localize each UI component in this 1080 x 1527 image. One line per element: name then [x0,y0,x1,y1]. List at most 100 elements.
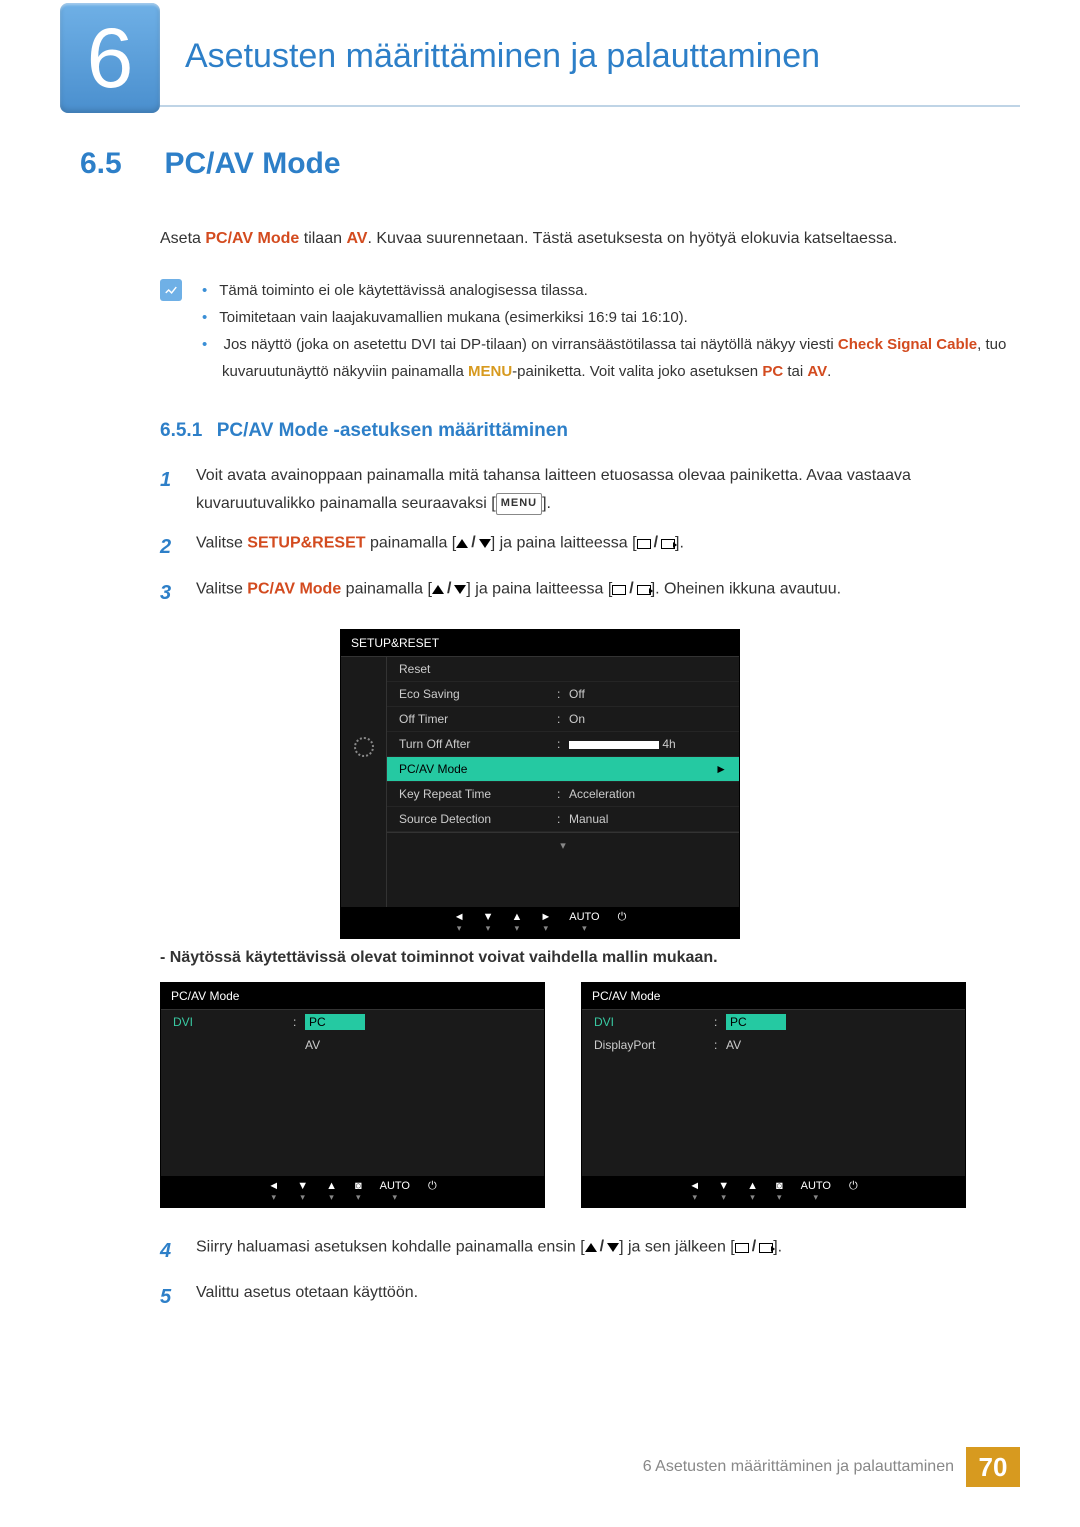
nav-up-icon[interactable]: ▲▾ [326,1181,337,1202]
enter-icon: / [637,529,675,558]
auto-button[interactable]: AUTO▾ [569,912,599,933]
osd-row-dvi[interactable]: DVI : PC [161,1010,544,1034]
keyword: SETUP&RESET [247,535,365,552]
enter-icon: / [735,1233,773,1262]
gear-icon [354,737,374,757]
power-icon[interactable]: ⏻ [849,1181,858,1202]
osd-row-av-option[interactable]: AV [161,1034,544,1056]
nav-up-icon[interactable]: ▲▾ [747,1181,758,1202]
text: Valitse [196,535,247,552]
nav-enter-icon[interactable]: ◙▾ [355,1181,362,1202]
text: . Kuvaa suurennetaan. Tästä asetuksesta … [367,230,897,247]
osd-row-turnoff[interactable]: Turn Off After: 4h [387,732,739,757]
nav-left-icon[interactable]: ◄▾ [689,1181,700,1202]
text: ] ja paina laitteessa [ [466,581,612,598]
osd-row-eco[interactable]: Eco Saving:Off [387,682,739,707]
step-text: Voit avata avainoppaan painamalla mitä t… [196,462,1020,520]
nav-left-icon[interactable]: ◄▾ [454,912,465,933]
step-2: 2 Valitse SETUP&RESET painamalla [/] ja … [160,529,1020,565]
keyword-pcav: PC/AV Mode [205,230,299,247]
text: ]. Oheinen ikkuna avautuu. [651,581,841,598]
auto-button[interactable]: AUTO▾ [380,1181,410,1202]
slider-bar[interactable] [569,741,659,749]
step-number: 1 [160,462,178,520]
osd-value: Off [569,687,727,701]
power-icon[interactable]: ⏻ [618,912,627,933]
osd-row-source[interactable]: Source Detection:Manual [387,807,739,832]
keyword-menu: MENU [468,363,512,380]
section-title: PC/AV Mode [164,147,340,180]
keyword: Check Signal Cable [838,336,977,353]
keyword: AV [807,363,827,380]
step-text: Valitse PC/AV Mode painamalla [/] ja pai… [196,575,841,611]
post-menu-note: - Näytössä käytettävissä olevat toiminno… [160,949,1020,967]
osd-label: PC/AV Mode [399,762,715,776]
nav-down-icon[interactable]: ▼▾ [297,1181,308,1202]
text: Voit avata avainoppaan painamalla mitä t… [196,467,911,513]
step-number: 5 [160,1279,178,1315]
osd-option[interactable]: AV [305,1038,365,1052]
osd-value: 4h [569,737,727,751]
osd-value: On [569,712,727,726]
text: Valitse [196,581,247,598]
osd-option[interactable]: AV [726,1038,786,1052]
osd-label: Key Repeat Time [399,787,557,801]
nav-enter-icon[interactable]: ◙▾ [776,1181,783,1202]
power-icon[interactable]: ⏻ [428,1181,437,1202]
osd-title: PC/AV Mode [582,983,965,1010]
nav-left-icon[interactable]: ◄▾ [268,1181,279,1202]
chapter-number-badge: 6 [60,3,160,113]
enter-icon: / [612,575,650,604]
keyword-av: AV [346,230,367,247]
intro-paragraph: Aseta PC/AV Mode tilaan AV. Kuvaa suuren… [160,226,1020,252]
text: tai [783,363,807,380]
note-item: Tämä toiminto ei ole käytettävissä analo… [222,277,1020,304]
step-number: 4 [160,1233,178,1269]
osd-row-dp[interactable]: DisplayPort : AV [582,1034,965,1056]
osd-row-keyrepeat[interactable]: Key Repeat Time:Acceleration [387,782,739,807]
text: tilaan [299,230,346,247]
step-text: Siirry haluamasi asetuksen kohdalle pain… [196,1233,782,1269]
auto-button[interactable]: AUTO▾ [801,1181,831,1202]
step-3: 3 Valitse PC/AV Mode painamalla [/] ja p… [160,575,1020,611]
osd-label: DVI [173,1015,293,1029]
note-list: Tämä toiminto ei ole käytettävissä analo… [202,277,1020,385]
section-number: 6.5 [80,147,160,181]
text: ] ja paina laitteessa [ [491,535,637,552]
osd-option-selected[interactable]: PC [726,1014,786,1030]
page-number: 70 [966,1447,1020,1487]
chapter-title: Asetusten määrittäminen ja palauttaminen [185,37,820,94]
osd-label: Turn Off After [399,737,557,751]
note-item: Jos näyttö (joka on asetettu DVI tai DP-… [222,331,1020,385]
osd-option-selected[interactable]: PC [305,1014,365,1030]
osd-footer: ◄▾ ▼▾ ▲▾ ►▾ AUTO▾ ⏻ [341,907,739,938]
osd-row-pcav-selected[interactable]: PC/AV Mode► [387,757,739,782]
note-icon [160,279,182,301]
text: Siirry haluamasi asetuksen kohdalle pain… [196,1239,585,1256]
subsection-number: 6.5.1 [160,420,202,441]
osd-row-timer[interactable]: Off Timer:On [387,707,739,732]
text: -painiketta. Voit valita joko asetuksen [512,363,762,380]
text: ]. [542,495,551,512]
nav-up-icon[interactable]: ▲▾ [511,912,522,933]
osd-footer: ◄▾ ▼▾ ▲▾ ◙▾ AUTO▾ ⏻ [161,1176,544,1207]
keyword: PC/AV Mode [247,581,341,598]
osd-menu-pcav-dvi-dp: PC/AV Mode DVI : PC DisplayPort : AV ◄▾ … [581,982,966,1208]
up-down-icon: / [456,529,490,558]
osd-row-reset[interactable]: Reset [387,657,739,682]
osd-label: Reset [399,662,727,676]
up-down-icon: / [432,575,466,604]
nav-down-icon[interactable]: ▼▾ [718,1181,729,1202]
up-down-icon: / [585,1233,619,1262]
text: ] ja sen jälkeen [ [619,1239,735,1256]
osd-footer: ◄▾ ▼▾ ▲▾ ◙▾ AUTO▾ ⏻ [582,1176,965,1207]
nav-down-icon[interactable]: ▼▾ [483,912,494,933]
osd-scroll-indicator [387,832,739,858]
osd-value: Acceleration [569,787,727,801]
nav-right-icon[interactable]: ►▾ [540,912,551,933]
osd-row-dvi[interactable]: DVI : PC [582,1010,965,1034]
osd-title: SETUP&RESET [341,630,739,657]
chevron-right-icon: ► [715,762,727,776]
page-header: 6 Asetusten määrittäminen ja palauttamin… [60,25,1020,107]
text: Aseta [160,230,205,247]
